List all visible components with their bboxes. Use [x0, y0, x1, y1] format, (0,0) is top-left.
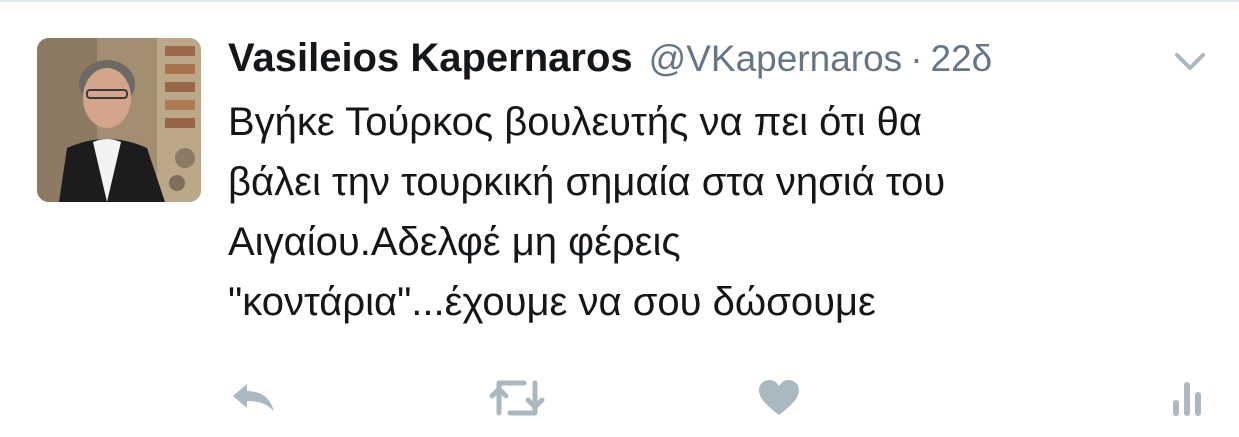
author-display-name[interactable]: Vasileios Kapernaros	[228, 36, 633, 81]
retweet-button[interactable]	[484, 370, 550, 426]
tweet-text-line: "κοντάρια"...έχουμε να σου δώσουμε	[228, 280, 876, 324]
analytics-icon	[1173, 382, 1201, 416]
like-button[interactable]	[752, 370, 806, 426]
analytics-button[interactable]	[1164, 370, 1210, 426]
tweet-text-line: βάλει την τουρκική σημαία στα νησιά του	[228, 160, 946, 204]
tweet-text: Βγήκε Τούρκος βουλευτής να πει ότι θα βά…	[228, 92, 1218, 332]
tweet-text-line: Αιγαίου.Αδελφέ μη φέρεις	[228, 220, 681, 264]
heart-icon	[759, 380, 799, 415]
author-handle[interactable]: @VKapernaros	[649, 38, 903, 80]
separator-dot: ·	[910, 38, 923, 79]
reply-button[interactable]	[224, 370, 284, 426]
tweet-header: Vasileios Kapernaros @VKapernaros · 22δ	[228, 36, 992, 88]
tweet-actions	[0, 370, 1239, 426]
avatar-photo	[37, 38, 201, 202]
tweet-text-line: Βγήκε Τούρκος βουλευτής να πει ότι θα	[228, 100, 923, 144]
retweet-icon	[489, 380, 545, 416]
reply-icon	[233, 384, 274, 412]
tweet-card[interactable]: Vasileios Kapernaros @VKapernaros · 22δ …	[0, 0, 1239, 437]
avatar[interactable]	[37, 38, 201, 202]
tweet-timestamp[interactable]: 22δ	[931, 38, 993, 80]
chevron-down-icon[interactable]	[1173, 50, 1207, 74]
